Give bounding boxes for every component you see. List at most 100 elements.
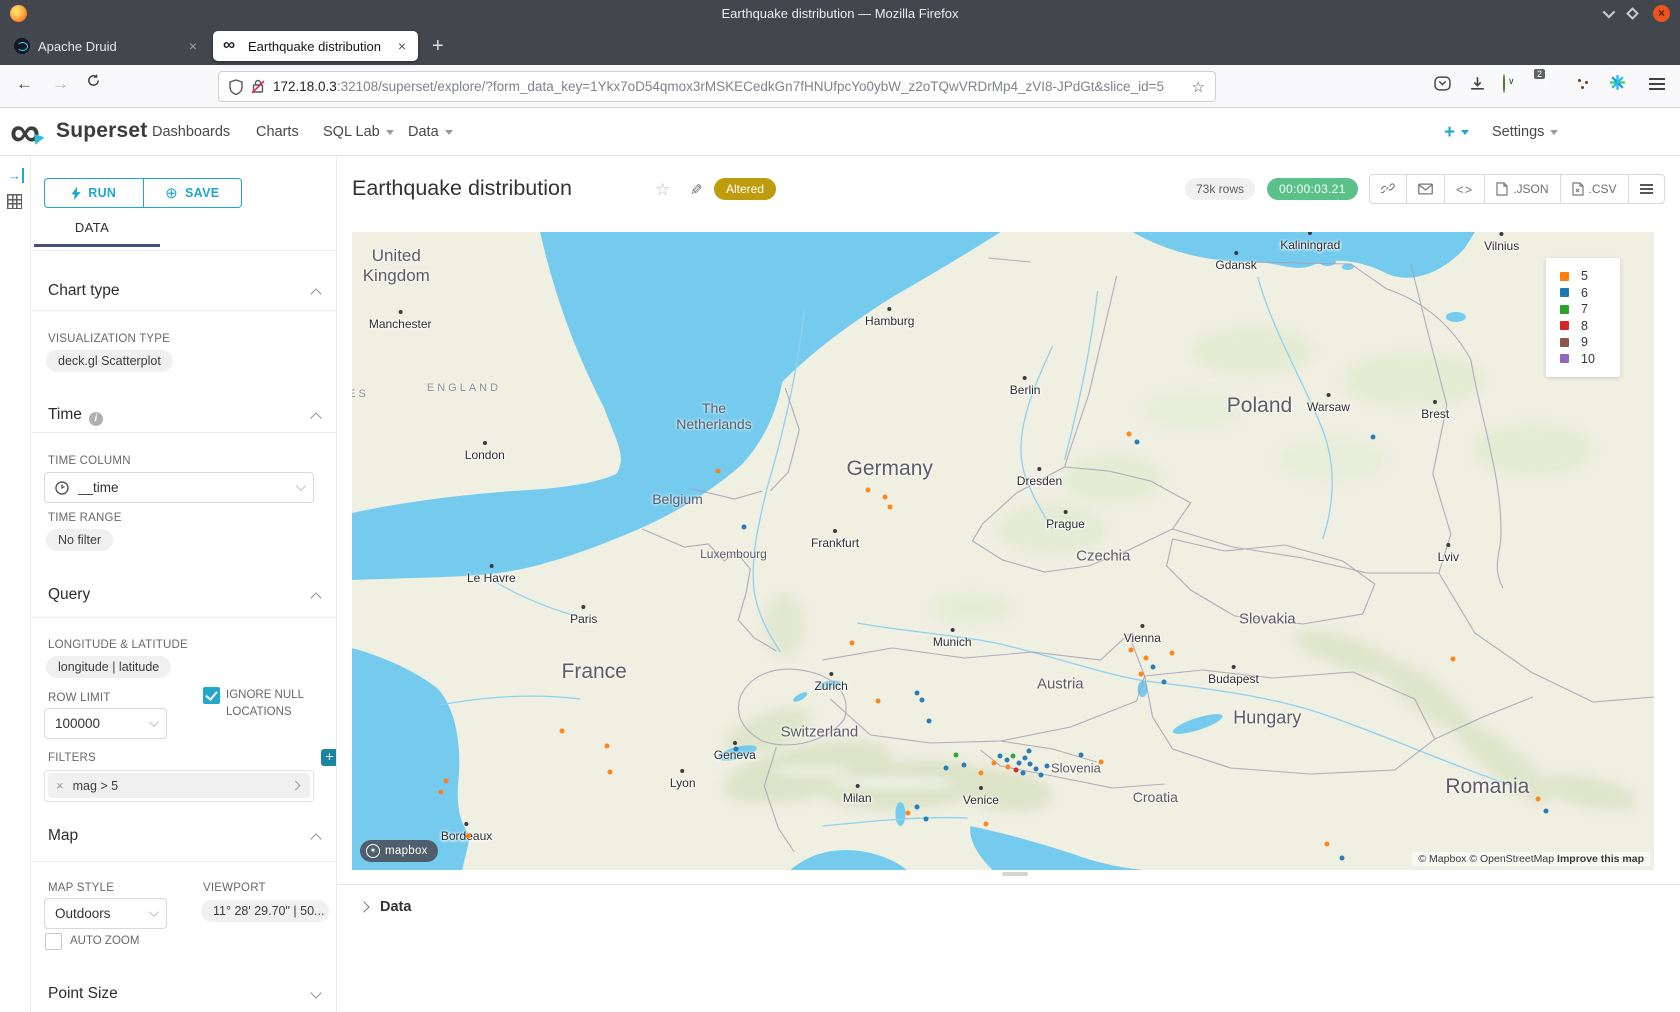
browser-tab-earthquake-distribution[interactable]: ∞ Earthquake distribution × [213, 31, 418, 61]
panel-resize-handle[interactable] [1002, 872, 1028, 876]
earthquake-point [715, 468, 720, 473]
scatter-points-layer [352, 232, 1654, 870]
downloads-icon[interactable] [1469, 75, 1486, 96]
earthquake-point [920, 698, 925, 703]
export-json-button[interactable]: .JSON [1485, 175, 1560, 203]
nav-item-sqllab[interactable]: SQL Lab [323, 124, 394, 140]
row-limit-label: ROW LIMIT [48, 692, 111, 704]
filter-chip[interactable]: × mag > 5 [48, 773, 310, 798]
insecure-lock-icon[interactable] [251, 79, 265, 94]
section-query[interactable]: Query [48, 586, 322, 604]
new-tab-button[interactable]: + [432, 35, 444, 58]
chevron-down-icon [1461, 130, 1469, 135]
section-time[interactable]: Timei [48, 406, 322, 426]
data-results-section[interactable]: Data [338, 885, 1680, 929]
window-minimize-icon[interactable] [1603, 6, 1616, 19]
druid-favicon [14, 38, 30, 54]
remove-filter-icon[interactable]: × [56, 778, 64, 793]
viz-type-value[interactable]: deck.gl Scatterplot [46, 350, 173, 372]
nav-item-data[interactable]: Data [408, 124, 453, 140]
expand-datasource-panel-icon[interactable]: → [8, 168, 24, 183]
legend-label: 5 [1581, 269, 1588, 283]
tab-close-icon[interactable]: × [396, 38, 408, 54]
browser-tab-apache-druid[interactable]: Apache Druid × [4, 31, 209, 61]
viewport-value[interactable]: 11° 28' 29.70" | 50... [201, 900, 329, 922]
url-bar[interactable]: 172.18.0.3:32108/superset/explore/?form_… [218, 71, 1216, 102]
copy-link-button[interactable] [1370, 175, 1407, 203]
datasource-grid-icon[interactable] [7, 194, 22, 209]
mapbox-logo[interactable]: ✶ mapbox [360, 840, 438, 862]
save-button[interactable]: ⊕ SAVE [144, 179, 242, 207]
favorite-star-icon[interactable]: ☆ [655, 180, 670, 200]
browser-tabstrip: Apache Druid × ∞ Earthquake distribution… [0, 27, 1680, 65]
earthquake-point [849, 640, 854, 645]
earthquake-point [1020, 771, 1025, 776]
earthquake-point [605, 743, 610, 748]
earthquake-point [905, 810, 910, 815]
add-new-button[interactable]: + [1444, 122, 1469, 144]
nav-item-label: Data [408, 124, 439, 140]
deckgl-map[interactable]: United KingdomManchesterENGLANDESLondonL… [352, 232, 1654, 870]
window-titlebar: Earthquake distribution — Mozilla Firefo… [0, 0, 1680, 27]
tracking-shield-icon[interactable] [229, 79, 243, 95]
altered-badge[interactable]: Altered [714, 178, 776, 200]
mapbox-logo-icon: ✶ [366, 844, 380, 858]
refresh-icon[interactable] [86, 73, 101, 93]
embed-code-button[interactable]: <> [1445, 175, 1485, 203]
chart-menu-button[interactable] [1629, 175, 1664, 203]
filters-label: FILTERS [48, 752, 96, 764]
explore-control-panel: RUN ⊕ SAVE DATA Chart type VISUALIZATION… [32, 156, 337, 1012]
auto-zoom-checkbox[interactable] [45, 933, 62, 950]
chevron-down-icon [296, 481, 306, 491]
lonlat-value[interactable]: longitude | latitude [46, 656, 171, 678]
csv-label: .CSV [1589, 182, 1617, 196]
window-close-icon[interactable]: × [1653, 5, 1670, 22]
pocket-icon[interactable] [1434, 75, 1451, 96]
nav-item-dashboards[interactable]: Dashboards [152, 124, 230, 140]
browser-toolbar: ← → 172.18.0.3:32108/superset/explore/?f… [0, 65, 1680, 108]
privacy-badger-icon[interactable] [1503, 75, 1505, 92]
map-attribution[interactable]: © Mapbox © OpenStreetMap Improve this ma… [1412, 852, 1650, 866]
tab-close-icon[interactable]: × [187, 38, 199, 54]
edit-properties-icon[interactable]: ✎ [690, 181, 703, 199]
legend-label: 7 [1581, 302, 1588, 316]
earthquake-point [1079, 753, 1084, 758]
forward-icon[interactable]: → [52, 74, 69, 94]
earthquake-point [1011, 754, 1016, 759]
superset-logo-icon[interactable]: ∞ [10, 110, 40, 154]
earthquake-point [1150, 665, 1155, 670]
earthquake-point [1004, 758, 1009, 763]
add-filter-button[interactable]: + [321, 749, 337, 766]
section-map[interactable]: Map [48, 827, 322, 845]
bookmark-star-icon[interactable]: ☆ [1192, 78, 1205, 96]
time-range-label: TIME RANGE [48, 512, 122, 524]
export-csv-button[interactable]: .CSV [1561, 175, 1629, 203]
firefox-menu-icon[interactable] [1649, 78, 1665, 80]
email-button[interactable] [1407, 175, 1445, 203]
run-button[interactable]: RUN [45, 179, 144, 207]
tab-data[interactable]: DATA [44, 220, 140, 235]
attribution-copyright[interactable]: © Mapbox © OpenStreetMap [1418, 853, 1554, 865]
multi-account-containers-icon[interactable] [1609, 74, 1626, 95]
ignore-null-checkbox[interactable] [203, 687, 220, 704]
earthquake-point [865, 487, 870, 492]
attribution-improve-link[interactable]: Improve this map [1557, 853, 1644, 865]
nav-item-charts[interactable]: Charts [256, 124, 299, 140]
chevron-down-icon [149, 907, 159, 917]
earthquake-point [1014, 767, 1019, 772]
back-icon[interactable]: ← [16, 74, 33, 94]
nav-item-label: SQL Lab [323, 124, 380, 140]
map-legend: 5678910 [1546, 258, 1620, 377]
earthquake-point [741, 525, 746, 530]
section-chart-type[interactable]: Chart type [48, 282, 322, 300]
earthquake-point [1127, 432, 1132, 437]
section-point-size[interactable]: Point Size [48, 985, 322, 1003]
viewport-label: VIEWPORT [203, 882, 266, 894]
window-maximize-icon[interactable] [1626, 7, 1639, 20]
row-limit-select[interactable]: 100000 [44, 708, 167, 739]
superset-brand[interactable]: Superset [56, 119, 147, 143]
map-style-select[interactable]: Outdoors [44, 898, 167, 929]
time-range-value[interactable]: No filter [46, 529, 113, 551]
time-column-select[interactable]: __time [44, 472, 314, 503]
nav-item-settings[interactable]: Settings [1492, 124, 1558, 140]
